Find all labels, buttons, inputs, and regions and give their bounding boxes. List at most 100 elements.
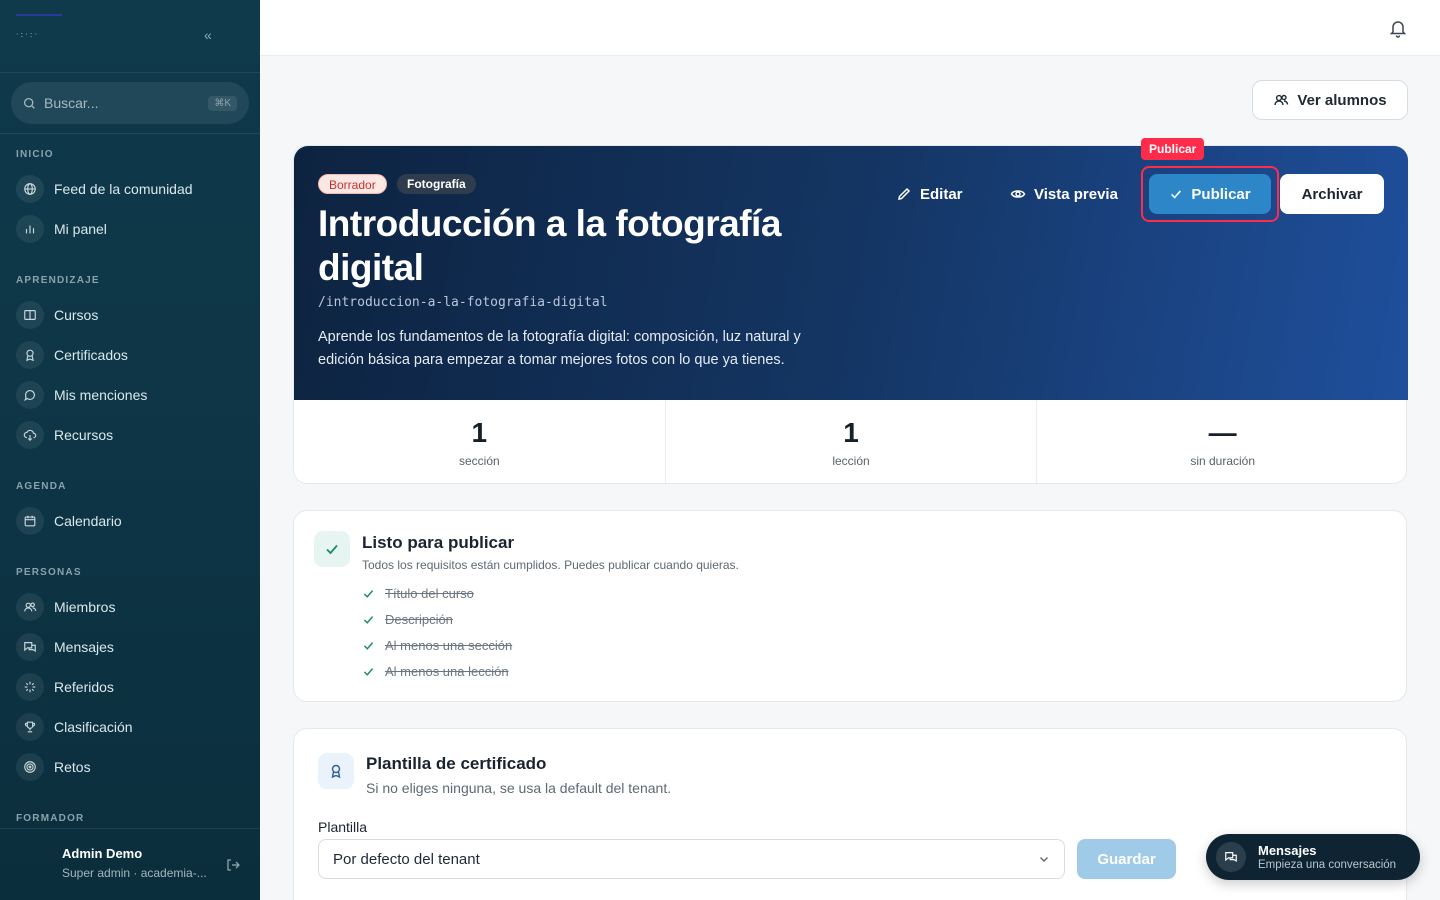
requirement-item: Al menos una lección — [362, 664, 509, 679]
check-badge-icon — [314, 531, 350, 567]
sidebar-item-label: Cursos — [54, 307, 99, 323]
sidebar-item-retos[interactable]: Retos — [16, 751, 246, 783]
save-button[interactable]: Guardar — [1077, 839, 1176, 879]
check-icon — [363, 642, 374, 650]
messages-icon — [1216, 842, 1246, 872]
requirement-item: Descripción — [362, 612, 453, 627]
sidebar-item-recursos[interactable]: Recursos — [16, 419, 246, 451]
publish-button[interactable]: Publicar — [1149, 174, 1271, 214]
template-field-label: Plantilla — [318, 819, 368, 835]
requirement-item: Título del curso — [362, 586, 474, 601]
award-icon — [318, 753, 354, 789]
check-icon — [1171, 190, 1182, 199]
archive-button[interactable]: Archivar — [1280, 174, 1384, 214]
user-role: Super admin · academia-... — [62, 866, 207, 880]
sidebar-item-label: Mi panel — [54, 221, 107, 237]
chevron-down-icon — [1040, 857, 1048, 862]
status-badge: Borrador — [318, 174, 387, 194]
pencil-icon — [898, 187, 911, 200]
section-aprendizaje: APRENDIZAJE — [16, 275, 100, 286]
sidebar-item-calendario[interactable]: Calendario — [16, 505, 246, 537]
sparkle-icon — [16, 673, 44, 701]
preview-label: Vista previa — [1034, 185, 1118, 203]
certificate-subtitle: Si no eliges ninguna, se usa la default … — [366, 780, 672, 796]
collapse-sidebar-icon[interactable]: « — [204, 27, 212, 43]
course-hero: Borrador Fotografía Introducción a la fo… — [294, 146, 1408, 400]
section-agenda: AGENDA — [16, 481, 67, 492]
sidebar-divider — [0, 133, 260, 134]
course-header-card: Borrador Fotografía Introducción a la fo… — [293, 138, 1408, 485]
stat-duration: — sin duración — [1037, 400, 1408, 485]
stat-lessons: 1 lección — [666, 400, 1038, 485]
user-profile[interactable]: Admin Demo Super admin · academia-... — [0, 828, 260, 900]
category-badge: Fotografía — [397, 174, 476, 194]
sidebar-item-label: Retos — [54, 759, 91, 775]
template-selected-value: Por defecto del tenant — [333, 850, 480, 868]
archive-label: Archivar — [1301, 185, 1363, 203]
course-slug: /introduccion-a-la-fotografia-digital — [318, 295, 608, 310]
template-select[interactable]: Por defecto del tenant — [318, 839, 1065, 879]
sidebar-header: ·:·:· « — [0, 0, 260, 73]
trophy-icon — [16, 713, 44, 741]
logout-icon[interactable] — [225, 857, 241, 873]
globe-icon — [16, 175, 44, 203]
publish-readiness-card: Listo para publicar Todos los requisitos… — [293, 510, 1407, 702]
stat-value: — — [1208, 417, 1237, 448]
stat-sections: 1 sección — [294, 400, 666, 485]
section-inicio: INICIO — [16, 149, 54, 160]
book-icon — [16, 301, 44, 329]
publish-tag: Publicar — [1141, 138, 1205, 160]
search-input[interactable]: Buscar... ⌘K — [11, 82, 249, 124]
check-icon — [363, 668, 374, 676]
preview-button[interactable]: Vista previa — [1010, 174, 1118, 214]
sidebar-item-cursos[interactable]: Cursos — [16, 299, 246, 331]
edit-button[interactable]: Editar — [896, 174, 963, 214]
sidebar-item-panel[interactable]: Mi panel — [16, 213, 246, 245]
section-personas: PERSONAS — [16, 567, 82, 578]
users-icon — [1274, 94, 1289, 106]
course-title: Introducción a la fotografía digital — [318, 203, 781, 288]
messages-widget-subtitle: Empieza una conversación — [1258, 858, 1397, 871]
edit-label: Editar — [920, 185, 963, 203]
messages-widget[interactable]: Mensajes Empieza una conversación — [1206, 834, 1420, 880]
bell-icon[interactable] — [1389, 18, 1407, 38]
sidebar-item-menciones[interactable]: Mis menciones — [16, 379, 246, 411]
sidebar-item-clasificacion[interactable]: Clasificación — [16, 711, 246, 743]
sidebar-item-label: Certificados — [54, 347, 128, 363]
eye-icon — [1010, 190, 1026, 198]
course-description: Aprende los fundamentos de la fotografía… — [318, 329, 801, 368]
certificate-title: Plantilla de certificado — [366, 754, 547, 773]
check-icon — [363, 616, 374, 624]
calendar-icon — [16, 507, 44, 535]
search-placeholder: Buscar... — [44, 95, 99, 111]
stat-label: sin duración — [1190, 454, 1256, 468]
award-icon — [16, 341, 44, 369]
cloud-download-icon — [16, 421, 44, 449]
sidebar-item-label: Recursos — [54, 427, 114, 443]
stat-label: lección — [832, 454, 870, 468]
sidebar-item-label: Mis menciones — [54, 387, 148, 403]
target-icon — [16, 753, 44, 781]
messages-widget-title: Mensajes — [1258, 842, 1317, 858]
sidebar-item-miembros[interactable]: Miembros — [16, 591, 246, 623]
search-icon — [23, 97, 35, 109]
ver-alumnos-button[interactable]: Ver alumnos — [1252, 80, 1408, 120]
sidebar-item-label: Calendario — [54, 513, 122, 529]
logo[interactable]: ·:·:· — [16, 14, 62, 39]
chat-bubble-icon — [16, 381, 44, 409]
users-icon — [16, 593, 44, 621]
topbar — [260, 0, 1440, 56]
course-stats: 1 sección 1 lección — sin duración — [294, 400, 1408, 485]
sidebar-item-label: Clasificación — [54, 719, 133, 735]
messages-text: Mensajes Empieza una conversación — [1258, 843, 1396, 872]
sidebar-item-referidos[interactable]: Referidos — [16, 671, 246, 703]
bar-chart-icon — [16, 215, 44, 243]
user-name: Admin Demo — [62, 846, 143, 861]
sidebar-item-label: Mensajes — [54, 639, 114, 655]
sidebar-item-label: Feed de la comunidad — [54, 181, 193, 197]
sidebar-item-mensajes[interactable]: Mensajes — [16, 631, 246, 663]
sidebar-item-feed[interactable]: Feed de la comunidad — [16, 173, 246, 205]
stat-label: sección — [458, 454, 500, 468]
sidebar-item-label: Miembros — [54, 599, 116, 615]
sidebar-item-certificados[interactable]: Certificados — [16, 339, 246, 371]
